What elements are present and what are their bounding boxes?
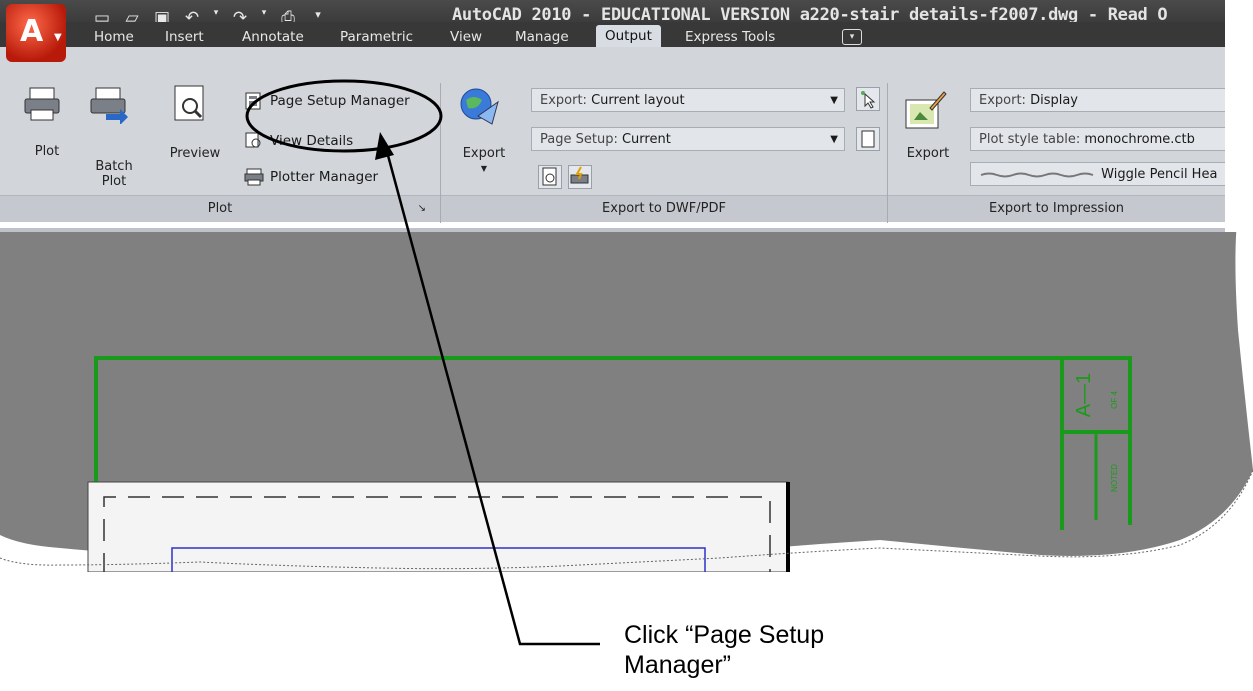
sheet-number: A—1: [1073, 373, 1095, 417]
screenshot: ▭ ▱ ▣ ↶ ▾ ↷ ▾ ⎙ ▾ AutoCAD 2010 - EDUCATI…: [0, 0, 1253, 691]
sheet-of: OF 4: [1110, 391, 1119, 409]
chevron-down-icon: ▼: [54, 32, 62, 43]
torn-edge-right: [1225, 0, 1253, 470]
drawing-overlay: A—1 OF 4 NOTED: [0, 0, 1253, 691]
highlight-ellipse: [245, 79, 443, 153]
autocad-logo-icon: A: [20, 14, 44, 49]
instruction-line-1: Click “Page Setup: [624, 621, 825, 649]
paper-sheet: [87, 481, 789, 573]
instruction-callout: Click “Page Setup Manager”: [624, 620, 924, 680]
application-menu-button[interactable]: A ▼: [6, 4, 66, 62]
scale-note: NOTED: [1110, 464, 1119, 492]
instruction-line-2: Manager”: [624, 651, 731, 679]
